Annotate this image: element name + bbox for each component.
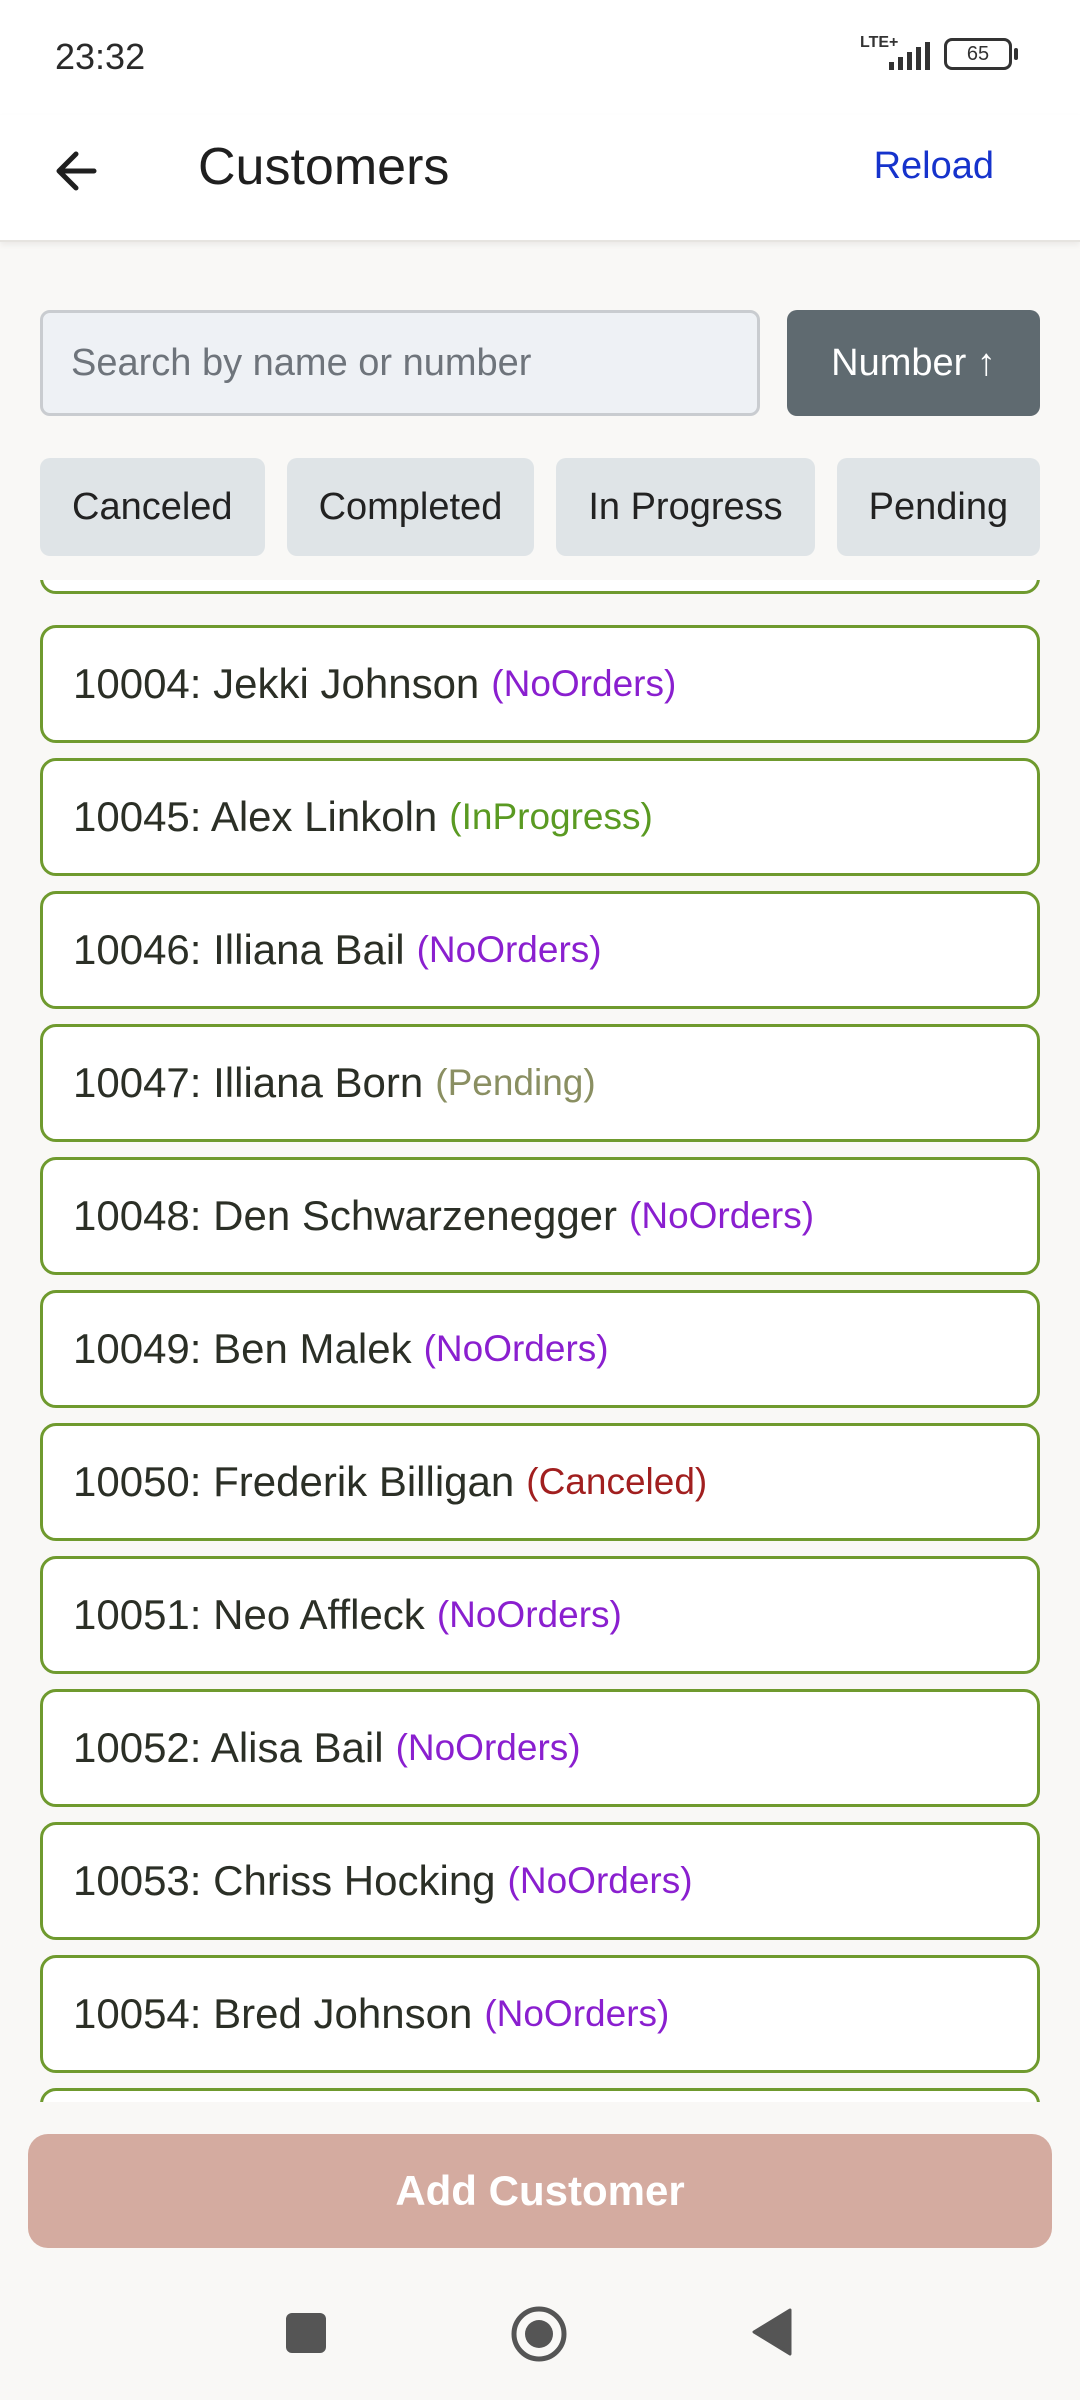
customer-status: (NoOrders) [629,1195,815,1236]
customer-card[interactable]: 10051: Neo Affleck (NoOrders) [40,1556,1040,1674]
customer-card[interactable]: 10048: Den Schwarzenegger (NoOrders) [40,1157,1040,1275]
customer-card[interactable]: 10052: Alisa Bail (NoOrders) [40,1689,1040,1807]
customer-status: (NoOrders) [491,663,677,704]
back-arrow-icon[interactable] [48,141,108,201]
battery-icon: 65 [944,38,1018,70]
customer-card[interactable]: 10047: Illiana Born (Pending) [40,1024,1040,1142]
status-icons: LTE+ 65 [860,34,1018,74]
customer-status: (NoOrders) [436,1594,622,1635]
customer-card[interactable]: 10045: Alex Linkoln (InProgress) [40,758,1040,876]
customer-status: (NoOrders) [484,1993,670,2034]
customer-status: (NoOrders) [423,1328,609,1369]
customer-label: 10054: Bred Johnson [73,1990,473,2037]
customer-label: 10052: Alisa Bail [73,1724,384,1771]
customer-status: (InProgress) [449,796,653,837]
customer-card[interactable]: 10049: Ben Malek (NoOrders) [40,1290,1040,1408]
back-triangle-icon[interactable] [750,2308,792,2356]
home-circle-icon[interactable] [510,2305,568,2363]
filter-chip-completed[interactable]: Completed [286,458,535,556]
page-title: Customers [198,138,450,196]
customer-status: (Pending) [435,1062,596,1103]
customer-card[interactable]: 10054: Bred Johnson (NoOrders) [40,1955,1040,2073]
customer-status: (NoOrders) [416,929,602,970]
search-input[interactable] [40,310,760,416]
customer-label: 10048: Den Schwarzenegger [73,1192,618,1239]
filter-chip-canceled[interactable]: Canceled [40,458,265,556]
reload-button[interactable]: Reload [874,145,994,188]
customer-label: 10004: Jekki Johnson [73,660,480,707]
system-nav-bar [0,2270,1080,2400]
status-filter-bar: Canceled Completed In Progress Pending [40,458,1040,556]
customer-status: (Canceled) [526,1461,708,1502]
recents-square-icon[interactable] [286,2313,326,2353]
customer-list[interactable]: 10004: Jekki Johnson (NoOrders) 10045: A… [40,580,1040,2102]
add-customer-button[interactable]: Add Customer [28,2134,1052,2248]
filter-chip-in-progress[interactable]: In Progress [556,458,815,556]
customer-card-partial-top[interactable] [40,580,1040,594]
customer-status: (NoOrders) [507,1860,693,1901]
customer-label: 10049: Ben Malek [73,1325,412,1372]
customer-card[interactable]: 10046: Illiana Bail (NoOrders) [40,891,1040,1009]
status-time: 23:32 [55,36,146,77]
customer-label: 10053: Chriss Hocking [73,1857,496,1904]
customer-label: 10045: Alex Linkoln [73,793,438,840]
customer-label: 10050: Frederik Billigan [73,1458,515,1505]
status-bar: 23:32 LTE+ 65 [0,0,1080,115]
battery-level: 65 [966,43,990,65]
app-bar: Customers Reload [0,115,1080,242]
signal-icon: LTE+ [860,34,930,74]
customer-card[interactable]: 10004: Jekki Johnson (NoOrders) [40,625,1040,743]
customer-status: (NoOrders) [395,1727,581,1768]
filter-chip-pending[interactable]: Pending [836,458,1040,556]
customer-label: 10046: Illiana Bail [73,926,405,973]
sort-button[interactable]: Number ↑ [787,310,1040,416]
customer-card[interactable]: 10053: Chriss Hocking (NoOrders) [40,1822,1040,1940]
customer-card-partial-bottom[interactable] [40,2088,1040,2102]
customer-label: 10047: Illiana Born [73,1059,424,1106]
customer-card[interactable]: 10050: Frederik Billigan (Canceled) [40,1423,1040,1541]
customer-label: 10051: Neo Affleck [73,1591,425,1638]
